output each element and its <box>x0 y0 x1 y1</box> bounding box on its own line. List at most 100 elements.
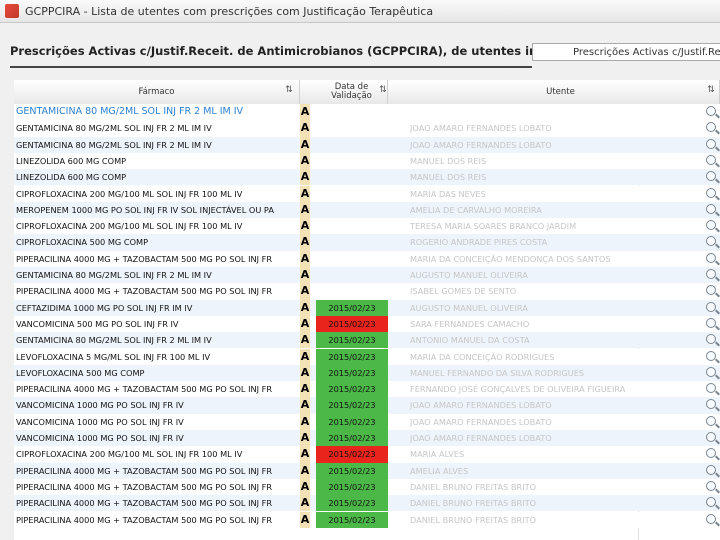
column-header-drug[interactable]: Fármaco ⇅ <box>14 80 300 104</box>
table-row[interactable]: PIPERACILINA 4000 MG + TAZOBACTAM 500 MG… <box>14 381 720 398</box>
view-button[interactable] <box>704 153 720 169</box>
table-row[interactable]: LEVOFLOXACINA 5 MG/ML SOL INJ FR 100 ML … <box>14 348 720 365</box>
patient-cell: FERNANDO JOSÉ GONÇALVES DE OLIVEIRA FIGU… <box>410 384 626 395</box>
drug-cell: VANCOMICINA 1000 MG PO SOL INJ FR IV <box>16 400 184 411</box>
view-button[interactable] <box>704 137 720 153</box>
drug-cell: CIPROFLOXACINA 200 MG/100 ML SOL INJ FR … <box>16 188 243 199</box>
drug-cell: GENTAMICINA 80 MG/2ML SOL INJ FR 2 ML IM… <box>16 139 212 150</box>
table-row[interactable]: GENTAMICINA 80 MG/2ML SOL INJ FR 2 ML IM… <box>14 332 720 349</box>
column-header-patient[interactable]: Utente ⇅ <box>402 80 720 104</box>
view-button[interactable] <box>704 397 720 413</box>
table-row[interactable]: LINEZOLIDA 600 MG COMP A MANUEL DOS REIS <box>14 169 720 186</box>
drug-cell: CIPROFLOXACINA 500 MG COMP <box>16 237 149 248</box>
table-row[interactable]: PIPERACILINA 4000 MG + TAZOBACTAM 500 MG… <box>14 250 720 267</box>
view-button[interactable] <box>704 251 720 267</box>
column-header-date[interactable]: Data de Validação ⇅ <box>316 80 388 104</box>
table-row[interactable]: VANCOMICINA 1000 MG PO SOL INJ FR IV A 201… <box>14 397 720 414</box>
drug-cell: PIPERACILINA 4000 MG + TAZOBACTAM 500 MG… <box>16 481 273 492</box>
magnifier-icon <box>706 285 716 296</box>
table-row[interactable]: GENTAMICINA 80 MG/2ML SOL INJ FR 2 ML IM… <box>14 267 720 284</box>
panel-header: Prescrições Activas c/Justif.Receit. de … <box>0 40 720 64</box>
view-button[interactable] <box>704 316 720 332</box>
patient-cell: ISABEL GOMES DE SENTO <box>410 286 517 297</box>
magnifier-icon <box>706 399 716 410</box>
sort-icon[interactable]: ⇅ <box>706 86 716 96</box>
validation-date-cell: 2015/02/23 <box>316 315 388 333</box>
validation-date-cell: 2015/02/23 <box>316 446 388 463</box>
justification-flag: A <box>300 397 310 414</box>
view-button[interactable] <box>704 120 720 136</box>
magnifier-icon <box>706 415 716 426</box>
table-row[interactable]: VANCOMICINA 1000 MG PO SOL INJ FR IV A 201… <box>14 430 720 447</box>
table-row[interactable]: CEFTAZIDIMA 1000 MG PO SOL INJ FR IM IV A… <box>14 299 720 316</box>
view-button[interactable] <box>704 169 720 185</box>
view-button[interactable] <box>704 186 720 202</box>
justification-flag: A <box>300 478 310 496</box>
validation-date-cell: 2015/02/23 <box>316 478 388 496</box>
table-row[interactable]: CIPROFLOXACINA 200 MG/100 ML SOL INJ FR … <box>14 185 720 202</box>
justification-flag: A <box>300 185 310 202</box>
view-button[interactable] <box>704 495 720 511</box>
justification-flag: A <box>300 299 310 316</box>
table-row[interactable]: PIPERACILINA 4000 MG + TAZOBACTAM 500 MG… <box>14 462 720 479</box>
magnifier-icon <box>706 187 716 198</box>
panel-divider <box>10 66 532 68</box>
table-row[interactable]: CIPROFLOXACINA 200 MG/100 ML SOL INJ FR … <box>14 446 720 463</box>
patient-cell: MANUEL DOS REIS <box>410 155 487 166</box>
magnifier-icon <box>706 350 716 361</box>
table-row[interactable]: LEVOFLOXACINA 500 MG COMP A 2015/02/23 MANU… <box>14 364 720 382</box>
view-button[interactable] <box>704 234 720 250</box>
view-button[interactable] <box>704 512 720 528</box>
patient-cell: MANUEL DOS REIS <box>410 172 487 183</box>
view-button[interactable] <box>704 446 720 462</box>
validation-date-cell: 2015/02/23 <box>316 430 388 447</box>
view-button[interactable] <box>704 202 720 218</box>
view-button[interactable] <box>704 332 720 348</box>
table-row[interactable]: PIPERACILINA 4000 MG + TAZOBACTAM 500 MG… <box>14 478 720 496</box>
table-row[interactable]: PIPERACILINA 4000 MG + TAZOBACTAM 500 MG… <box>14 283 720 300</box>
view-button[interactable] <box>704 300 720 316</box>
patient-cell: JOAO AMARO FERNANDES LOBATO <box>410 433 552 443</box>
sort-icon[interactable]: ⇅ <box>378 86 388 96</box>
table-row[interactable]: PIPERACILINA 4000 MG + TAZOBACTAM 500 MG… <box>14 511 720 528</box>
table-row[interactable]: LINEZOLIDA 600 MG COMP A MANUEL DOS REIS <box>14 152 720 170</box>
table-row[interactable]: PIPERACILINA 4000 MG + TAZOBACTAM 500 MG… <box>14 495 720 512</box>
magnifier-icon <box>706 334 716 345</box>
justification-flag: A <box>300 152 310 170</box>
panel-title: Prescrições Activas c/Justif.Receit. de … <box>10 44 596 58</box>
view-button[interactable] <box>704 479 720 495</box>
table-row[interactable]: MEROPENEM 1000 MG PO SOL INJ FR IV SOL I… <box>14 201 720 219</box>
view-button[interactable] <box>704 283 720 299</box>
table-row[interactable]: GENTAMICINA 80 MG/2ML SOL INJ FR 2 ML IM… <box>14 136 720 153</box>
patient-cell: SARA FERNANDES CAMACHO <box>410 318 530 329</box>
drug-cell: PIPERACILINA 4000 MG + TAZOBACTAM 500 MG… <box>16 514 273 525</box>
validation-date-cell <box>316 120 388 136</box>
view-button[interactable] <box>704 381 720 397</box>
view-button[interactable] <box>704 414 720 430</box>
magnifier-icon <box>706 220 716 231</box>
view-button[interactable] <box>704 104 720 120</box>
validation-date-cell <box>316 104 388 120</box>
view-button[interactable] <box>704 463 720 479</box>
view-button[interactable] <box>704 218 720 234</box>
magnifier-icon <box>706 154 716 165</box>
view-button[interactable] <box>704 349 720 365</box>
table-row[interactable]: GENTAMICINA 80 MG/2ML SOL INJ FR 2 ML IM… <box>14 104 720 121</box>
view-button[interactable] <box>704 365 720 381</box>
side-tab[interactable]: Prescrições Activas c/Justif.Receit. <box>532 43 720 61</box>
table-row[interactable]: VANCOMICINA 1000 MG PO SOL INJ FR IV A 201… <box>14 413 720 430</box>
sort-icon[interactable]: ⇅ <box>284 86 294 96</box>
view-button[interactable] <box>704 267 720 283</box>
table-row[interactable]: CIPROFLOXACINA 500 MG COMP A ROGERIO ANDRA… <box>14 234 720 251</box>
justification-flag: A <box>300 381 310 398</box>
validation-date-cell <box>316 169 388 185</box>
justification-flag: A <box>300 234 310 251</box>
view-button[interactable] <box>704 430 720 446</box>
table-row[interactable]: VANCOMICINA 500 MG PO SOL INJ FR IV A 2015… <box>14 315 720 333</box>
table-row[interactable]: GENTAMICINA 80 MG/2ML SOL INJ FR 2 ML IM… <box>14 120 720 137</box>
validation-date-cell <box>316 283 388 299</box>
table-row[interactable]: CIPROFLOXACINA 200 MG/100 ML SOL INJ FR … <box>14 218 720 235</box>
patient-cell: MARIA DA CONCEIÇÃO MENDONÇA DOS SANTOS <box>410 253 611 264</box>
validation-date-cell: 2015/02/23 <box>316 413 388 430</box>
drug-cell: PIPERACILINA 4000 MG + TAZOBACTAM 500 MG… <box>16 384 273 395</box>
